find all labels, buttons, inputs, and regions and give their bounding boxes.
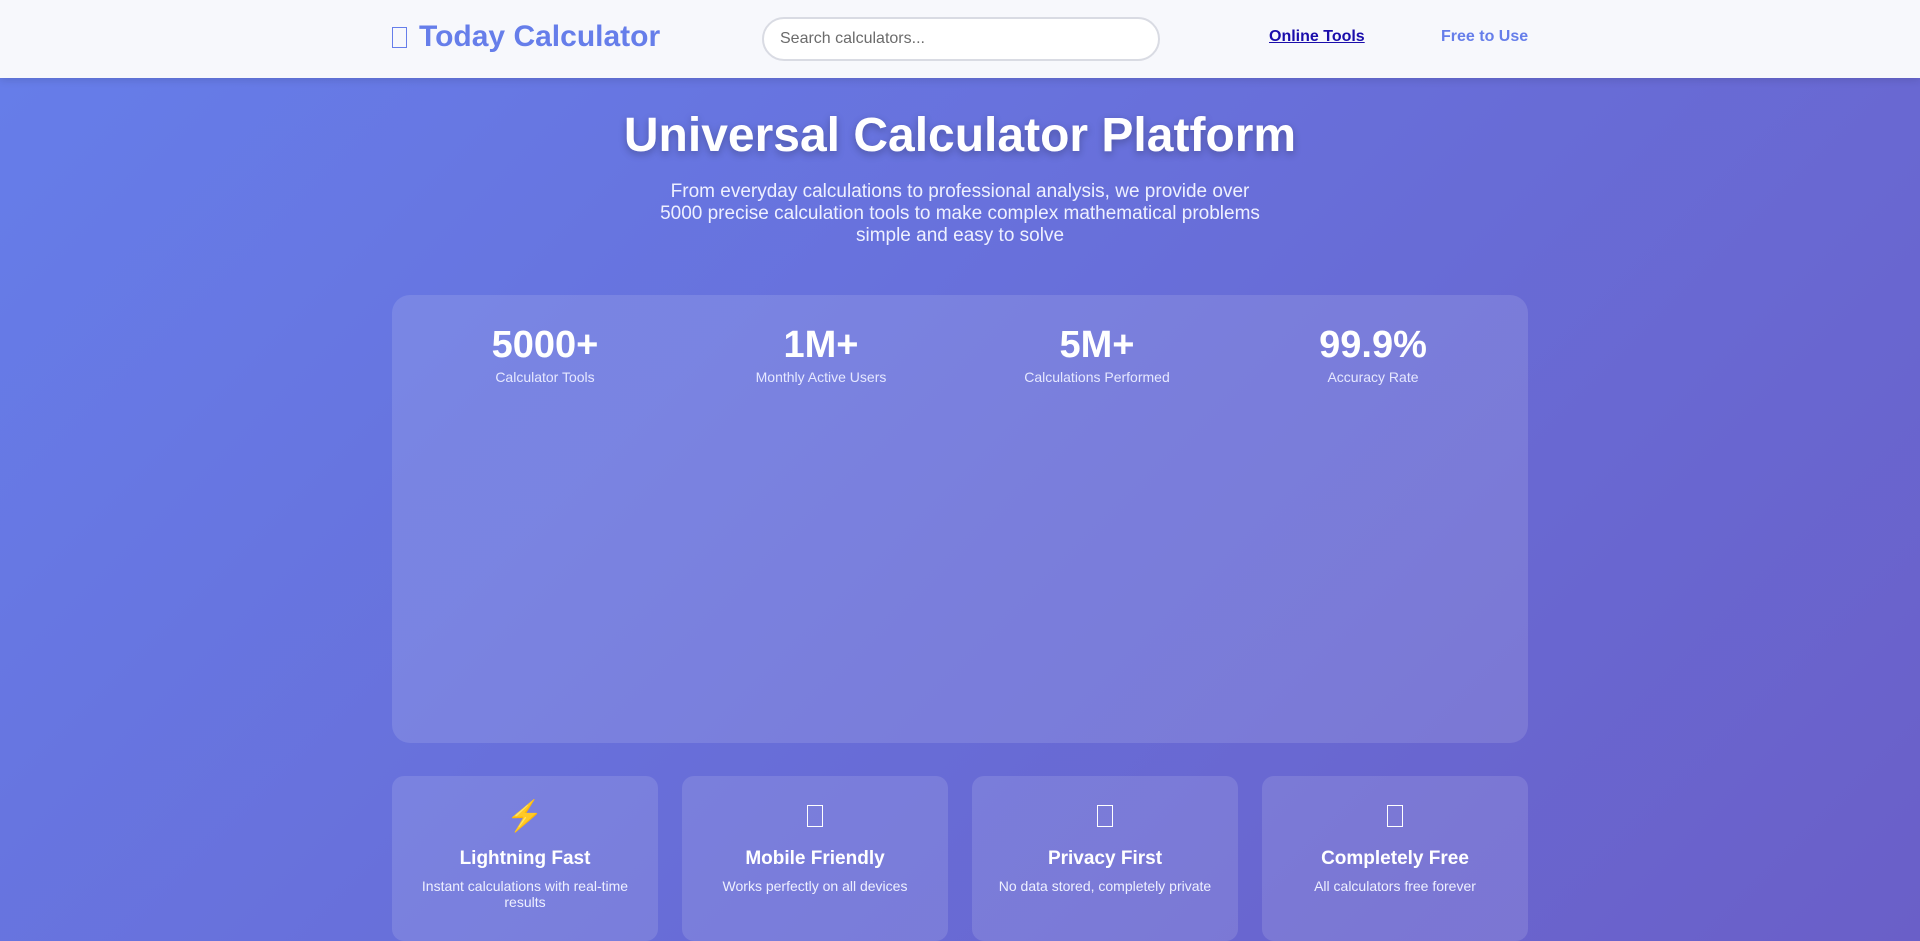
stat-value: 5M+: [1059, 324, 1135, 366]
gift-icon: [1284, 798, 1506, 834]
lock-icon: [994, 798, 1216, 834]
calculator-icon: [392, 26, 407, 48]
feature-title: Completely Free: [1321, 848, 1469, 869]
feature-description: All calculators free forever: [1314, 878, 1476, 894]
stat-accuracy-rate: 99.9% Accuracy Rate: [1253, 325, 1493, 385]
stat-value: 1M+: [783, 324, 859, 366]
stats-panel: 5000+ Calculator Tools 1M+ Monthly Activ…: [392, 295, 1528, 743]
feature-description: No data stored, completely private: [998, 878, 1212, 894]
stat-value: 5000+: [491, 324, 599, 366]
nav-link-free-to-use[interactable]: Free to Use: [1441, 28, 1528, 46]
feature-title: Lightning Fast: [459, 848, 591, 869]
logo-text: Today Calculator: [419, 20, 661, 53]
feature-card-completely-free: Completely Free All calculators free for…: [1262, 776, 1528, 941]
stat-label: Calculations Performed: [1024, 369, 1170, 385]
feature-description: Instant calculations with real-time resu…: [421, 878, 629, 910]
lightning-icon: ⚡: [506, 799, 544, 833]
hero-title: Universal Calculator Platform: [623, 109, 1297, 162]
feature-title: Mobile Friendly: [745, 848, 885, 869]
feature-card-lightning-fast: ⚡ Lightning Fast Instant calculations wi…: [392, 776, 658, 941]
site-logo[interactable]: Today Calculator: [392, 20, 660, 54]
mobile-icon: [704, 798, 926, 834]
search-input[interactable]: [762, 17, 1160, 61]
nav-link-online-tools[interactable]: Online Tools: [1269, 28, 1365, 46]
feature-title: Privacy First: [1047, 848, 1163, 869]
feature-card-mobile-friendly: Mobile Friendly Works perfectly on all d…: [682, 776, 948, 941]
stat-calculator-tools: 5000+ Calculator Tools: [425, 325, 665, 385]
stat-label: Monthly Active Users: [755, 369, 887, 385]
feature-card-privacy-first: Privacy First No data stored, completely…: [972, 776, 1238, 941]
feature-description: Works perfectly on all devices: [722, 878, 908, 894]
hero-subtitle: From everyday calculations to profession…: [660, 181, 1260, 246]
stat-label: Accuracy Rate: [1327, 369, 1419, 385]
site-header: Today Calculator Online Tools Free to Us…: [0, 0, 1920, 78]
stat-monthly-active-users: 1M+ Monthly Active Users: [701, 325, 941, 385]
stat-label: Calculator Tools: [495, 369, 595, 385]
stat-value: 99.9%: [1319, 324, 1427, 366]
stat-calculations-performed: 5M+ Calculations Performed: [977, 325, 1217, 385]
